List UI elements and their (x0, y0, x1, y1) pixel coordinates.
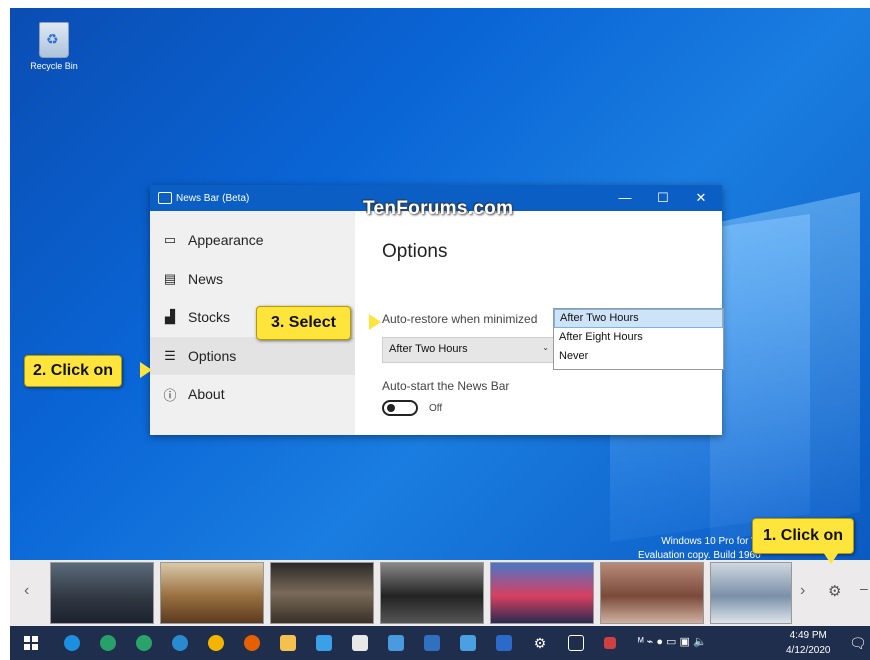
sliders-icon: ☰ (164, 347, 176, 363)
close-button[interactable]: ✕ (682, 185, 720, 211)
gear-icon[interactable]: ⚙ (828, 582, 841, 600)
taskbar: ⚙ ᴹ ⌁ ● ▭ ▣ 🔈 4:49 PM 4/12/2020 🗨 (10, 626, 870, 660)
news-thumbnail[interactable] (380, 562, 484, 624)
edge-dev-icon[interactable] (136, 635, 152, 651)
stocks-chart-icon: ▟ (165, 309, 175, 325)
store-icon[interactable] (352, 635, 368, 651)
collapse-icon[interactable]: – (860, 580, 868, 596)
auto-start-label: Auto-start the News Bar (382, 379, 510, 393)
news-thumbnail[interactable] (270, 562, 374, 624)
news-thumbnail[interactable] (710, 562, 792, 624)
window-title: News Bar (Beta) (176, 192, 250, 204)
callout-arrow (140, 362, 152, 378)
sidebar-item-news[interactable]: ▤ News (150, 260, 355, 299)
dropdown-option-eight-hours[interactable]: After Eight Hours (554, 328, 723, 347)
sidebar-item-label: Appearance (188, 232, 264, 249)
tray-app-icon[interactable] (604, 637, 616, 649)
clock-date: 4/12/2020 (786, 645, 831, 656)
callout-arrow (823, 552, 839, 564)
chevron-down-icon: ⌄ (542, 343, 549, 352)
scroll-right-icon[interactable]: › (800, 582, 805, 600)
page-title: Options (382, 241, 448, 262)
settings-gear-icon[interactable]: ⚙ (532, 635, 548, 651)
auto-restore-value: After Two Hours (389, 343, 468, 355)
clock-time: 4:49 PM (789, 630, 827, 641)
mail-icon[interactable] (388, 635, 404, 651)
notification-icon[interactable]: 🗨 (849, 635, 867, 652)
monitor-icon: ▭ (163, 232, 177, 248)
sidebar-item-label: Stocks (188, 309, 231, 326)
dropdown-option-two-hours[interactable]: After Two Hours (554, 309, 723, 328)
callout-step-1: 1. Click on (752, 518, 855, 554)
mail-envelope-icon[interactable] (460, 635, 476, 651)
eval-line-1: Windows 10 Pro for W (661, 536, 761, 547)
dropdown-option-never[interactable]: Never (554, 347, 723, 366)
app-icon[interactable] (424, 635, 440, 651)
evaluation-watermark: Windows 10 Pro for W Evaluation copy. Bu… (638, 535, 761, 560)
toggle-state-text: Off (429, 403, 443, 414)
edge-icon[interactable] (64, 635, 80, 651)
news-thumbnail[interactable] (600, 562, 704, 624)
auto-restore-label: Auto-restore when minimized (382, 312, 538, 326)
question-circle-icon: ⓘ (163, 387, 177, 403)
recycle-bin-label: Recycle Bin (30, 61, 78, 71)
sidebar-item-appearance[interactable]: ▭ Appearance (150, 221, 355, 260)
news-thumbnail[interactable] (160, 562, 264, 624)
start-button[interactable] (24, 636, 38, 650)
auto-start-toggle[interactable] (382, 400, 418, 416)
eval-line-2: Evaluation copy. Build 1960 (638, 550, 761, 560)
maximize-button[interactable]: ☐ (644, 185, 682, 211)
sidebar-item-label: Options (188, 347, 237, 364)
recycle-bin-icon (39, 22, 69, 58)
callout-arrow (369, 314, 381, 330)
news-thumbnail[interactable] (50, 562, 154, 624)
minimize-button[interactable]: — (606, 185, 644, 211)
recycle-bin[interactable]: Recycle Bin (28, 22, 80, 71)
file-explorer-icon[interactable] (280, 635, 296, 651)
sidebar-item-options[interactable]: ☰ Options (150, 336, 355, 375)
newspaper-icon: ▤ (163, 270, 177, 286)
wallpaper-beam (710, 192, 860, 544)
news-bar-taskbar-icon[interactable] (568, 635, 584, 651)
sidebar-item-label: News (188, 270, 224, 287)
news-bar: ‹ › ⚙ – (10, 560, 870, 626)
auto-restore-select[interactable]: After Two Hours ⌄ (382, 337, 556, 363)
scroll-left-icon[interactable]: ‹ (24, 582, 29, 600)
sidebar-item-label: About (188, 386, 225, 403)
auto-restore-dropdown-list: After Two Hours After Eight Hours Never (553, 308, 724, 370)
edge-beta-icon[interactable] (100, 635, 116, 651)
app-icon (158, 192, 172, 204)
chrome-icon[interactable] (208, 635, 224, 651)
sidebar-item-about[interactable]: ⓘ About (150, 375, 355, 414)
edge-canary-icon[interactable] (172, 635, 188, 651)
toggle-knob (387, 404, 395, 412)
site-watermark: TenForums.com (363, 198, 514, 219)
news-thumbnail[interactable] (490, 562, 594, 624)
clock[interactable]: 4:49 PM 4/12/2020 (786, 628, 831, 658)
app-icon[interactable] (316, 635, 332, 651)
callout-step-3: 3. Select (256, 306, 351, 340)
firefox-icon[interactable] (244, 635, 260, 651)
system-tray-icons[interactable]: ᴹ ⌁ ● ▭ ▣ 🔈 (638, 635, 707, 648)
callout-step-2: 2. Click on (24, 355, 123, 387)
outlook-icon[interactable] (496, 635, 512, 651)
